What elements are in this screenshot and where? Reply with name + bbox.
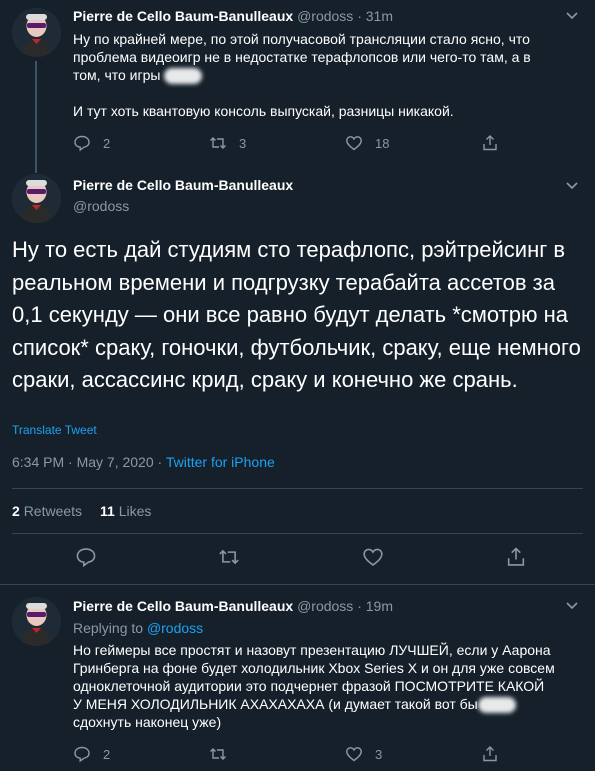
like-count: 18	[375, 135, 390, 151]
retweet-icon	[210, 137, 226, 149]
engagement-counts: 2 Retweets 11 Likes	[12, 503, 151, 519]
blurred-emoji-icon	[164, 68, 203, 85]
divider	[12, 488, 583, 489]
retweet-count: 3	[239, 135, 247, 151]
tweet-text-line: Гринберга на фоне будет холодильник Xbox…	[73, 660, 555, 676]
retweet-total: 2	[12, 503, 20, 519]
heart-icon	[363, 548, 383, 566]
user-handle[interactable]: @rodoss	[297, 8, 353, 24]
retweet-button[interactable]: 3	[209, 132, 309, 154]
user-handle[interactable]: @rodoss	[297, 598, 353, 614]
share-button[interactable]	[481, 132, 503, 154]
likes-label: Likes	[118, 503, 152, 519]
share-button[interactable]	[481, 743, 503, 765]
tweet-header: Pierre de Cello Baum-Banulleaux @rodoss …	[73, 8, 393, 24]
tweet-text: Ну по крайней мере, по этой получасовой …	[73, 30, 573, 120]
avatar[interactable]	[12, 174, 61, 223]
chevron-down-icon	[566, 12, 578, 20]
retweets-link[interactable]: 2 Retweets	[12, 503, 82, 519]
share-icon	[483, 135, 497, 151]
replying-handle-link[interactable]: @rodoss	[147, 620, 203, 636]
tweet-text: Но геймеры все простят и назовут презент…	[73, 641, 573, 731]
translate-tweet-link[interactable]: Translate Tweet	[12, 423, 97, 437]
avatar[interactable]	[12, 597, 61, 646]
divider	[0, 584, 595, 585]
retweet-button[interactable]	[209, 743, 309, 765]
heart-icon	[346, 747, 362, 762]
tweet-timestamp[interactable]: 6:34 PM · May 7, 2020 ·	[12, 454, 166, 470]
blurred-emoji-icon	[477, 697, 516, 714]
reply-button[interactable]	[75, 546, 97, 568]
likes-link[interactable]: 11 Likes	[100, 503, 151, 519]
heart-icon	[346, 136, 362, 151]
reply-count: 2	[103, 746, 111, 762]
separator-dot: ·	[357, 598, 362, 614]
author-block: Pierre de Cello Baum-Banulleaux @rodoss	[73, 177, 293, 214]
chevron-down-icon	[566, 182, 578, 190]
replying-to: Replying to @rodoss	[73, 620, 203, 636]
divider	[12, 533, 583, 534]
replying-label: Replying to	[73, 620, 147, 636]
more-options-button[interactable]	[563, 596, 581, 614]
retweet-icon	[219, 549, 239, 565]
avatar-portrait-icon	[12, 597, 61, 646]
user-handle[interactable]: @rodoss	[73, 198, 293, 214]
reply-icon	[76, 548, 96, 568]
tweet-text-span: том, что игры	[73, 67, 161, 83]
share-icon	[483, 746, 497, 762]
tweet-text-line: том, что игры	[73, 66, 573, 85]
display-name[interactable]: Pierre de Cello Baum-Banulleaux	[73, 8, 293, 24]
tweet-actions: 2 3	[73, 743, 503, 765]
main-tweet-text: Ну то есть дай студиям сто терафлопс, рэ…	[12, 237, 581, 392]
reply-count: 2	[103, 135, 111, 151]
tweet-header: Pierre de Cello Baum-Banulleaux @rodoss …	[73, 598, 393, 614]
chevron-down-icon	[566, 602, 578, 610]
tweet-actions: 2 3 18	[73, 132, 503, 154]
reply-button[interactable]: 2	[73, 743, 173, 765]
tweet-source-link[interactable]: Twitter for iPhone	[166, 454, 275, 470]
reply-icon	[74, 746, 90, 763]
tweet-text-line: Ну по крайней мере, по этой получасовой …	[73, 31, 530, 47]
share-button[interactable]	[505, 546, 527, 568]
retweet-button[interactable]	[218, 546, 240, 568]
retweet-icon	[210, 748, 226, 760]
tweet-text-line: сдохнуть наконец уже)	[73, 714, 222, 731]
tweet-text-span: У МЕНЯ ХОЛОДИЛЬНИК АХАХАХАХА (и думает т…	[73, 696, 478, 712]
tweet-time[interactable]: 19m	[366, 598, 393, 614]
display-name[interactable]: Pierre de Cello Baum-Banulleaux	[73, 598, 293, 614]
like-button[interactable]: 3	[345, 743, 445, 765]
tweet-meta: 6:34 PM · May 7, 2020 · Twitter for iPho…	[12, 454, 275, 470]
more-options-button[interactable]	[563, 6, 581, 24]
like-total: 11	[100, 503, 115, 519]
share-icon	[507, 547, 525, 566]
like-button[interactable]: 18	[345, 132, 445, 154]
tweet-text-line: У МЕНЯ ХОЛОДИЛЬНИК АХАХАХАХА (и думает т…	[73, 695, 573, 714]
more-options-button[interactable]	[563, 176, 581, 194]
avatar-portrait-icon	[12, 8, 61, 57]
separator-dot: ·	[357, 8, 362, 24]
tweet-text-line: Но геймеры все простят и назовут презент…	[73, 642, 551, 658]
tweet-time[interactable]: 31m	[366, 8, 393, 24]
display-name[interactable]: Pierre de Cello Baum-Banulleaux	[73, 177, 293, 193]
retweets-label: Retweets	[23, 503, 83, 519]
reply-icon	[74, 135, 90, 152]
tweet-text-line: одноклеточной аудитории это подчернет фр…	[73, 678, 545, 694]
avatar[interactable]	[12, 8, 61, 57]
reply-button[interactable]: 2	[73, 132, 173, 154]
tweet-text-line: И тут хоть квантовую консоль выпускай, р…	[73, 103, 454, 120]
avatar-portrait-icon	[12, 174, 61, 223]
tweet-text-line: проблема видеоигр не в недостатке терафл…	[73, 49, 531, 65]
like-button[interactable]	[362, 546, 384, 568]
main-tweet-actions	[0, 546, 595, 570]
thread-line	[35, 61, 37, 173]
like-count: 3	[375, 746, 383, 762]
